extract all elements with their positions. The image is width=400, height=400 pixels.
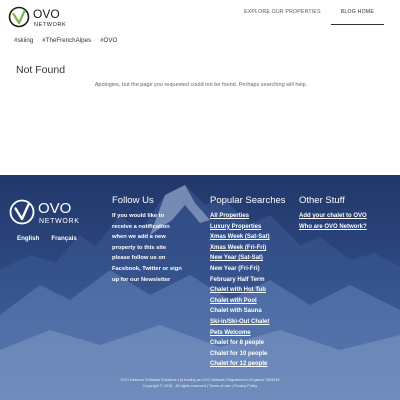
- popular-searches-heading: Popular Searches: [210, 195, 286, 206]
- popular-search-link[interactable]: Chalet for 12 people: [210, 359, 296, 370]
- popular-search-link[interactable]: Pets Welcome: [210, 328, 296, 339]
- follow-us-line: receive a notification: [112, 223, 170, 230]
- popular-search-link[interactable]: Xmas Week (Fri-Fri): [210, 243, 296, 254]
- logo-subtext: NETWORK: [34, 22, 66, 28]
- company-info-text: OVO Network Software Solutions Ltd tradi…: [120, 378, 280, 382]
- popular-search-link[interactable]: Luxury Properties: [210, 222, 296, 233]
- who-are-ovo-link[interactable]: Who are OVO Network?: [299, 222, 399, 233]
- popular-search-link[interactable]: All Properties: [210, 211, 296, 222]
- popular-search-link[interactable]: Chalet with Hot Tub: [210, 285, 296, 296]
- follow-us-line: If you would like to: [112, 213, 165, 219]
- tag-ovo[interactable]: #OVO: [100, 37, 117, 44]
- language-switcher: English Français: [17, 235, 77, 242]
- follow-us-line: up for our Newsletter: [112, 276, 171, 283]
- other-stuff-heading: Other Stuff: [299, 195, 345, 206]
- popular-search-link[interactable]: Chalet for 10 people: [210, 349, 296, 360]
- popular-search-link[interactable]: February Half Term: [210, 275, 296, 286]
- nav-explore-properties[interactable]: EXPLORE OUR PROPERTIES: [234, 8, 331, 25]
- follow-us-line: please follow us on: [112, 255, 166, 262]
- not-found-message: Apologies, but the page you requested co…: [94, 82, 308, 88]
- page-title: Not Found: [16, 64, 66, 76]
- copyright-text: Copyright © 2016 - All rights reserved |…: [142, 384, 258, 388]
- footer-logo-subtext: NETWORK: [39, 218, 80, 225]
- main-content: Not Found Apologies, but the page you re…: [16, 64, 386, 88]
- tag-list: #skiing #TheFrenchAlpes #OVO: [14, 37, 117, 44]
- popular-search-link[interactable]: Ski-in/Ski-Out Chalet: [210, 317, 296, 328]
- footer-logo-text: OVO: [38, 200, 71, 217]
- other-stuff-list: Add your chalet to OVO Who are OVO Netwo…: [299, 211, 399, 232]
- follow-us-line: when we add a new: [112, 234, 166, 241]
- language-francais[interactable]: Français: [51, 235, 76, 242]
- nav-blog-home[interactable]: BLOG HOME: [330, 8, 384, 25]
- add-your-chalet-link[interactable]: Add your chalet to OVO: [299, 211, 399, 222]
- tag-skiing[interactable]: #skiing: [14, 37, 33, 44]
- popular-searches-list: All Properties Luxury Properties Xmas We…: [210, 211, 296, 370]
- site-footer: OVO NETWORK English Français Follow Us I…: [0, 175, 400, 400]
- footer-ovo-logo[interactable]: OVO NETWORK: [8, 197, 88, 227]
- follow-us-line: Facebook, Twitter or sign: [112, 265, 182, 272]
- language-english[interactable]: English: [17, 235, 39, 242]
- popular-search-link[interactable]: Xmas Week (Sat-Sat): [210, 232, 296, 243]
- main-nav: EXPLORE OUR PROPERTIES BLOG HOME: [234, 8, 384, 25]
- ovo-logo[interactable]: OVO NETWORK: [7, 5, 77, 29]
- popular-search-link[interactable]: New Year (Sat-Sat): [210, 253, 296, 264]
- popular-search-link[interactable]: Chalet with Sauna: [210, 306, 296, 317]
- tag-the-french-alpes[interactable]: #TheFrenchAlpes: [42, 37, 91, 44]
- popular-search-link[interactable]: New Year (Fri-Fri): [210, 264, 296, 275]
- logo-text: OVO: [33, 7, 60, 21]
- popular-search-link[interactable]: Chalet with Pool: [210, 296, 296, 307]
- popular-search-link[interactable]: Chalet for 8 people: [210, 338, 296, 349]
- follow-us-column: Follow Us If you would like to receive a…: [112, 195, 202, 285]
- follow-us-line: property to this site: [112, 244, 167, 251]
- site-header: OVO NETWORK EXPLORE OUR PROPERTIES BLOG …: [0, 0, 400, 32]
- other-stuff-column: Other Stuff Add your chalet to OVO Who a…: [299, 195, 399, 232]
- follow-us-heading: Follow Us: [112, 195, 154, 206]
- popular-searches-column: Popular Searches All Properties Luxury P…: [210, 195, 296, 370]
